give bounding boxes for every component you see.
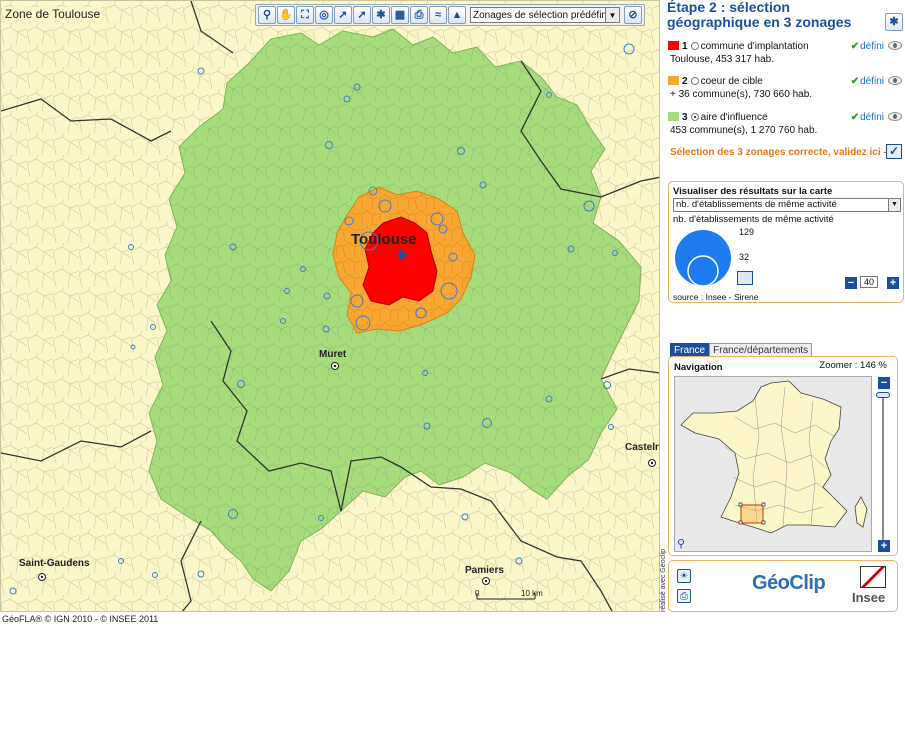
- tab-france[interactable]: France: [670, 343, 710, 357]
- eye-icon[interactable]: [888, 112, 902, 121]
- results-subtitle: nb. d'établissements de même activité: [673, 214, 834, 225]
- zoom-in-button[interactable]: +: [878, 540, 890, 552]
- proportional-circles-legend: [675, 230, 731, 287]
- zone-radio[interactable]: [690, 113, 699, 121]
- scale-end: 10 km: [521, 589, 543, 598]
- results-indicator-select[interactable]: nb. d'établissements de même activité ▼: [673, 198, 901, 212]
- zone-description: 453 commune(s), 1 270 760 hab.: [670, 125, 818, 136]
- results-select-value: nb. d'établissements de même activité: [676, 199, 837, 210]
- lightbulb-icon[interactable]: ☀: [677, 569, 691, 583]
- legend-min-value: 32: [739, 252, 750, 262]
- france-overview-map[interactable]: ⚲: [674, 376, 872, 552]
- city-label-muret: Muret: [319, 349, 347, 360]
- zone-number: 3: [682, 112, 688, 123]
- pan-hand-icon[interactable]: ✋: [277, 6, 295, 24]
- select-point-icon[interactable]: ➚: [334, 6, 352, 24]
- zoom-slider-track[interactable]: [882, 393, 884, 541]
- city-label-castelnau: Casteln: [625, 442, 660, 453]
- checkmark-icon: ✔: [850, 112, 860, 123]
- validate-check-icon[interactable]: ✓: [886, 144, 902, 159]
- zone-name: coeur de cible: [700, 76, 763, 87]
- zone-color-swatch: [668, 112, 679, 121]
- insee-logo: Insee: [852, 566, 894, 608]
- print-icon[interactable]: ⎙: [677, 589, 691, 603]
- zone-description: Toulouse, 453 317 hab.: [670, 54, 774, 65]
- zone-name: commune d'implantation: [700, 41, 809, 52]
- zone-radio[interactable]: [690, 42, 699, 50]
- zone-color-swatch: [668, 76, 679, 85]
- chevron-down-icon: ▼: [888, 199, 900, 211]
- zoom-readout: Zoomer : 146 %: [819, 360, 887, 371]
- road-icon[interactable]: ▲: [448, 6, 466, 24]
- zone-status: ✔défini: [851, 112, 884, 123]
- validate-row: Sélection des 3 zonages correcte, valide…: [670, 144, 904, 159]
- city-label-toulouse: Toulouse: [351, 231, 417, 248]
- map-toolbar: ⚲ ✋ ⛶ ◎ ➚ ➚ ✱ ▩ ⎙ ≈ ▲ Zonages de sélecti…: [255, 4, 645, 26]
- select-star-icon[interactable]: ✱: [372, 6, 390, 24]
- eye-icon[interactable]: [888, 76, 902, 85]
- zone-description: + 36 commune(s), 730 660 hab.: [670, 89, 813, 100]
- map-title: Zone de Toulouse: [3, 7, 103, 21]
- zone-color-swatch: [668, 41, 679, 50]
- zone-row-2: 2 coeur de cible ✔défini + 36 commune(s),…: [668, 76, 904, 100]
- zoom-out-button[interactable]: −: [878, 377, 890, 389]
- zonage-select[interactable]: Zonages de sélection prédéfini... ▼: [470, 7, 620, 23]
- chevron-down-icon: ▼: [605, 8, 619, 22]
- clear-icon[interactable]: ⊘: [624, 6, 642, 24]
- zone-status-text: défini: [860, 112, 884, 123]
- map-canvas: [1, 1, 659, 611]
- save-icon[interactable]: ▩: [391, 6, 409, 24]
- checkmark-icon: ✔: [850, 76, 860, 87]
- palette-icon[interactable]: [737, 271, 753, 285]
- print-icon[interactable]: ⎙: [410, 6, 428, 24]
- zone-radio[interactable]: [690, 77, 699, 85]
- tab-france-departements[interactable]: France/départements: [709, 343, 813, 357]
- zoom-lens-icon[interactable]: ⚲: [677, 538, 689, 550]
- vertical-credit-text: réalisé avec Géoclip: [660, 548, 667, 612]
- decrease-size-button[interactable]: −: [845, 277, 857, 289]
- results-header: Visualiser des résultats sur la carte: [673, 186, 833, 197]
- eye-icon[interactable]: [888, 41, 902, 50]
- zone-name: aire d'influence: [700, 112, 768, 123]
- zone-status: ✔défini: [851, 41, 884, 52]
- zone-number: 1: [682, 41, 688, 52]
- map-copyright: GéoFLA® © IGN 2010 - © INSEE 2011: [2, 614, 159, 624]
- insee-logo-text: Insee: [852, 590, 886, 605]
- zonage-select-value: Zonages de sélection prédéfini...: [473, 9, 618, 21]
- layers-icon[interactable]: ≈: [429, 6, 447, 24]
- full-extent-icon[interactable]: ⛶: [296, 6, 314, 24]
- navigation-panel: Navigation Zoomer : 146 % ⚲ − +: [668, 356, 898, 556]
- city-label-pamiers: Pamiers: [465, 565, 504, 576]
- select-line-icon[interactable]: ➚: [353, 6, 371, 24]
- zone-number: 2: [682, 76, 688, 87]
- viewport-indicator: [740, 504, 764, 524]
- navigation-tabs: France France/départements: [670, 343, 813, 357]
- select-star-icon[interactable]: ✱: [885, 13, 903, 31]
- zoom-icon[interactable]: ⚲: [258, 6, 276, 24]
- zoom-area-icon[interactable]: ◎: [315, 6, 333, 24]
- zone-status: ✔défini: [851, 76, 884, 87]
- legend-max-value: 129: [739, 227, 755, 237]
- navigation-header: Navigation: [674, 362, 723, 373]
- zoom-slider-handle[interactable]: [876, 392, 890, 398]
- checkmark-icon: ✔: [850, 41, 860, 52]
- circle-size-input[interactable]: 40: [860, 276, 878, 288]
- city-label-saint-gaudens: Saint-Gaudens: [19, 558, 90, 569]
- geoclip-logo: GéoClip: [752, 572, 826, 594]
- zone-status-text: défini: [860, 41, 884, 52]
- zone-status-text: défini: [860, 76, 884, 87]
- step-title: Étape 2 : sélection géographique en 3 zo…: [667, 0, 852, 30]
- map-view[interactable]: Zone de Toulouse ⚲ ✋ ⛶ ◎ ➚ ➚ ✱ ▩ ⎙ ≈ ▲ Z…: [0, 0, 660, 612]
- zone-row-1: 1 commune d'implantation ✔défini Toulouse…: [668, 41, 904, 65]
- validate-text[interactable]: Sélection des 3 zonages correcte, valide…: [670, 147, 896, 158]
- zone-row-3: 3 aire d'influence ✔défini 453 commune(s)…: [668, 112, 904, 136]
- increase-size-button[interactable]: +: [887, 277, 899, 289]
- results-source: source : Insee - Sirene: [673, 292, 759, 302]
- scale-start: 0: [475, 589, 480, 598]
